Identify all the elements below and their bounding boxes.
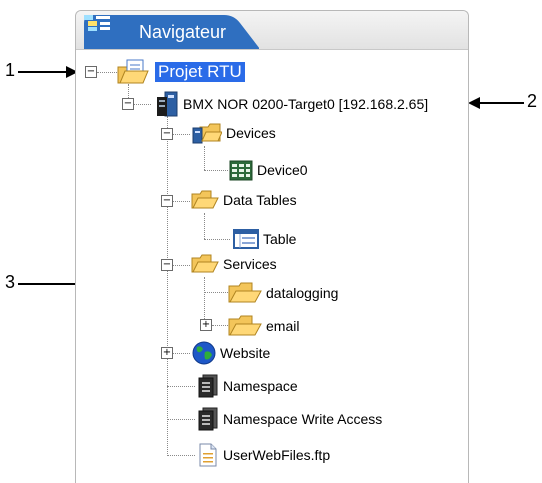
tree-node-target[interactable]: BMX NOR 0200-Target0 [192.168.2.65] <box>153 91 428 117</box>
tree-label-email: email <box>266 318 300 334</box>
tree-label-devices: Devices <box>226 125 276 141</box>
namespace-icon <box>198 407 218 431</box>
target-device-icon <box>157 91 178 117</box>
file-icon <box>199 443 217 467</box>
tree-node-email[interactable]: email <box>228 315 299 337</box>
tree-label-data-tables: Data Tables <box>223 192 297 208</box>
devices-folder-icon <box>192 123 222 144</box>
device-grid-icon <box>229 160 253 181</box>
tree-node-website[interactable]: Website <box>192 341 271 365</box>
tree-node-namespace-write[interactable]: Namespace Write Access <box>197 407 383 431</box>
connector <box>97 72 117 73</box>
tree-node-services[interactable]: Services <box>191 253 277 275</box>
folder-icon <box>191 254 219 273</box>
tree-node-device0[interactable]: Device0 <box>229 159 308 181</box>
connector <box>172 134 190 135</box>
connector <box>204 292 228 293</box>
expand-toggle-email[interactable]: + <box>200 319 212 331</box>
collapse-toggle-root[interactable]: − <box>85 66 97 78</box>
tree-label-userwebfiles: UserWebFiles.ftp <box>223 447 331 463</box>
connector <box>133 104 151 105</box>
callout-2-arrowhead <box>468 97 480 109</box>
tree-label-root: Projet RTU <box>155 62 245 82</box>
tree-node-data-tables[interactable]: Data Tables <box>191 189 297 211</box>
callout-2: 2 <box>527 91 538 111</box>
globe-icon <box>192 341 216 365</box>
table-icon <box>233 229 259 249</box>
connector <box>212 325 228 326</box>
folder-icon <box>228 315 262 336</box>
navigator-icon <box>84 15 110 31</box>
connector <box>204 239 230 240</box>
connector <box>167 116 168 456</box>
connector <box>172 353 190 354</box>
namespace-icon <box>198 374 218 398</box>
navigator-tab[interactable]: Navigateur <box>84 15 259 49</box>
callout-1: 1 <box>5 60 16 80</box>
tree-node-userwebfiles[interactable]: UserWebFiles.ftp <box>197 443 331 467</box>
tree-node-devices[interactable]: Devices <box>192 122 276 144</box>
connector <box>172 201 190 202</box>
tree-label-namespace-write: Namespace Write Access <box>223 411 383 427</box>
folder-icon <box>191 190 219 209</box>
collapse-toggle-services[interactable]: − <box>161 259 173 271</box>
callout-2-line <box>480 102 524 104</box>
connector <box>204 146 205 170</box>
tree-node-namespace[interactable]: Namespace <box>197 374 298 398</box>
tree-label-table: Table <box>263 231 297 247</box>
tree-label-namespace: Namespace <box>223 378 298 394</box>
navigator-tabbar: Navigateur <box>76 11 468 50</box>
project-folder-icon <box>117 59 149 84</box>
tree-label-target: BMX NOR 0200-Target0 [192.168.2.65] <box>183 96 429 112</box>
tree-label-services: Services <box>223 256 277 272</box>
tree-label-device0: Device0 <box>257 162 308 178</box>
connector <box>172 265 190 266</box>
collapse-toggle-devices[interactable]: − <box>161 128 173 140</box>
collapse-toggle-data-tables[interactable]: − <box>161 195 173 207</box>
connector <box>167 455 195 456</box>
tree-label-datalogging: datalogging <box>266 285 339 301</box>
expand-toggle-website[interactable]: + <box>161 347 173 359</box>
folder-icon <box>228 282 262 303</box>
connector <box>167 419 195 420</box>
connector <box>204 170 228 171</box>
tree-node-table[interactable]: Table <box>233 228 296 250</box>
connector <box>167 386 195 387</box>
tree-node-root[interactable]: Projet RTU <box>117 58 245 86</box>
connector <box>204 277 205 325</box>
callout-1-line <box>18 71 68 73</box>
connector <box>204 213 205 239</box>
tree-node-datalogging[interactable]: datalogging <box>228 282 338 304</box>
collapse-toggle-target[interactable]: − <box>122 98 134 110</box>
callout-3: 3 <box>5 272 16 292</box>
tab-title: Navigateur <box>139 22 227 42</box>
tree-label-website: Website <box>220 345 271 361</box>
